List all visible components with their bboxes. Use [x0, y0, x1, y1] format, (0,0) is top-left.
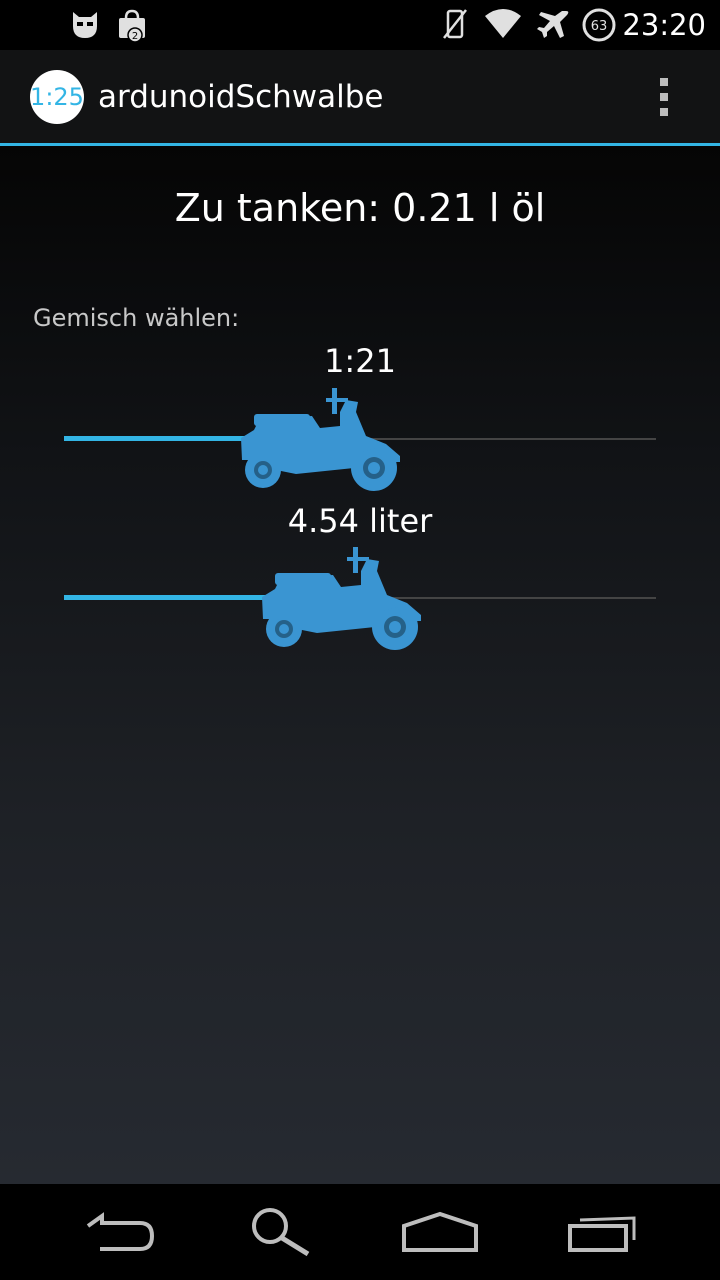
clock: 23:20	[622, 8, 706, 42]
app-icon[interactable]: 1:25	[30, 70, 84, 124]
recent-apps-icon[interactable]	[562, 1204, 642, 1260]
wifi-icon	[485, 9, 521, 38]
scooter-icon[interactable]	[257, 541, 427, 653]
airplane-icon	[537, 11, 569, 38]
status-bar: 2 63 23:20	[0, 0, 720, 50]
navigation-bar	[0, 1184, 720, 1280]
battery-level: 63	[591, 19, 608, 34]
fuel-amount-value: 4.54 liter	[287, 502, 433, 540]
cat-face-icon	[73, 12, 97, 38]
mix-label: Gemisch wählen:	[33, 304, 240, 332]
main-content: Zu tanken: 0.21 l öl Gemisch wählen: 1:2…	[0, 146, 720, 1184]
app-title: ardunoidSchwalbe	[98, 79, 384, 115]
mix-ratio-value: 1:21	[324, 342, 396, 380]
home-icon[interactable]	[398, 1204, 482, 1260]
overflow-menu-icon[interactable]	[655, 78, 673, 120]
result-text: Zu tanken: 0.21 l öl	[174, 186, 546, 230]
vibrate-off-icon	[443, 9, 467, 39]
back-icon[interactable]	[80, 1204, 160, 1260]
shopping-bag-icon: 2	[119, 9, 145, 42]
notification-badge: 2	[132, 31, 138, 42]
scooter-icon[interactable]	[236, 382, 406, 494]
battery-icon: 63	[582, 8, 616, 42]
search-icon[interactable]	[244, 1204, 324, 1260]
